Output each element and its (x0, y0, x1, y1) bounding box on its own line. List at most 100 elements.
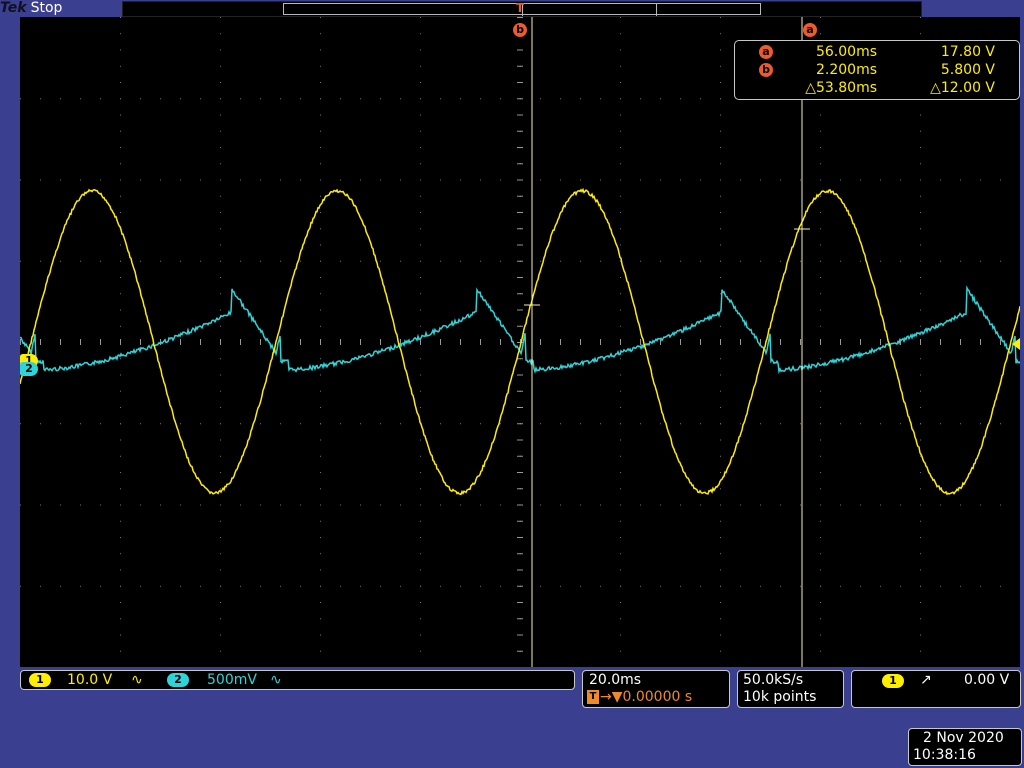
ch1-badge[interactable]: 1 (29, 673, 51, 687)
grid-dot (60, 504, 61, 506)
grid-dot (420, 130, 421, 132)
grid-dot (120, 569, 121, 571)
grid-dot (820, 244, 821, 246)
grid-dot (260, 260, 261, 262)
grid-dot (920, 618, 921, 620)
cursor-b-handle[interactable]: b (513, 23, 527, 37)
grid-dot (320, 325, 321, 327)
grid-dot (580, 179, 581, 181)
grid-dot (960, 179, 961, 181)
grid-dot (920, 650, 921, 652)
grid-dot (920, 374, 921, 376)
grid-dot (220, 488, 221, 490)
grid-dot (280, 423, 281, 425)
grid-dot (440, 179, 441, 181)
grid-dot (380, 98, 381, 100)
grid-dot (620, 407, 621, 408)
grid-dot (780, 504, 781, 506)
grid-dot (320, 33, 321, 35)
grid-dot (820, 33, 821, 35)
grid-dot (720, 98, 721, 100)
grid-dot (140, 504, 141, 506)
grid-dot (480, 585, 481, 587)
grid-dot (560, 179, 561, 181)
grid-center-lines (20, 17, 1001, 652)
grid-dot (40, 585, 41, 587)
trigger-source-badge[interactable]: 1 (882, 674, 904, 688)
grid-dot (420, 65, 421, 67)
grid-dot (320, 49, 321, 51)
graticule-area[interactable]: 1 2 (20, 17, 1020, 667)
sample-rate: 50.0kS/s (743, 672, 804, 688)
grid-dot (120, 309, 121, 311)
grid-dot (720, 82, 721, 83)
grid-dot (100, 260, 101, 262)
grid-dot (720, 472, 721, 473)
grid-dot (560, 98, 561, 100)
grid-dot (640, 98, 641, 100)
grid-dot (420, 537, 421, 538)
grid-dot (420, 358, 421, 360)
grid-dot (560, 585, 561, 587)
grid-dot (860, 504, 861, 506)
grid-dot (620, 309, 621, 311)
grid-dot (320, 212, 321, 213)
trigger-panel[interactable]: 1 ↗ 0.00 V (851, 670, 1021, 708)
grid-dot (220, 147, 221, 148)
grid-dot (220, 569, 221, 571)
trigger-level[interactable]: 0.00 V (964, 672, 1009, 689)
grid-dot (720, 488, 721, 490)
grid-dot (320, 65, 321, 67)
ch1-scale[interactable]: 10.0 V (67, 671, 112, 689)
grid-dot (120, 520, 121, 522)
grid-dot (220, 65, 221, 67)
cursor-a-handle[interactable]: a (803, 23, 817, 37)
ch2-scale[interactable]: 500mV (207, 671, 257, 689)
grid-dot (580, 260, 581, 262)
grid-dot (720, 569, 721, 571)
grid-dot (320, 358, 321, 360)
cursor-b-readout-row: b 2.200ms 5.800 V (735, 61, 1019, 79)
ch2-ground-marker[interactable]: 2 (20, 362, 38, 376)
grid-dot (320, 260, 321, 262)
grid-dot (880, 179, 881, 181)
grid-dot (120, 293, 121, 295)
grid-dot (820, 228, 821, 230)
grid-dot (740, 260, 741, 262)
grid-dot (820, 504, 821, 506)
grid-dot (480, 179, 481, 181)
grid-dot (380, 179, 381, 181)
grid-dot (620, 439, 621, 441)
grid-dot (280, 260, 281, 262)
grid-dot (820, 212, 821, 213)
grid-dot (300, 179, 301, 181)
grid-dot (820, 650, 821, 652)
grid-dot (420, 569, 421, 571)
grid-dot (900, 260, 901, 262)
grid-dot (140, 423, 141, 425)
grid-dot (720, 195, 721, 197)
grid-dot (820, 602, 821, 603)
grid-minor-tick (360, 339, 361, 345)
acquisition-panel[interactable]: 50.0kS/s 10k points (737, 670, 844, 708)
trigger-position-value[interactable]: →▼0.00000 s (600, 689, 692, 706)
grid-dot (180, 504, 181, 506)
grid-dot (60, 423, 61, 425)
grid-dot (60, 260, 61, 262)
grid-dot (140, 260, 141, 262)
grid-dot (80, 504, 81, 506)
grid-minor-tick (140, 339, 141, 345)
channel-settings-panel[interactable]: 1 10.0 V ∿ 2 500mV ∿ (20, 670, 575, 690)
time-per-div[interactable]: 20.0ms (589, 672, 641, 689)
ch2-badge[interactable]: 2 (167, 673, 189, 687)
horizontal-settings-panel[interactable]: 20.0ms T →▼0.00000 s (582, 670, 730, 708)
trigger-level-marker[interactable] (1012, 338, 1020, 350)
grid-dot (120, 65, 121, 67)
grid-dot (120, 602, 121, 603)
grid-dot (240, 179, 241, 181)
record-length[interactable]: 10k points (743, 689, 816, 706)
cursor-a-time: 56.00ms (815, 44, 877, 60)
trigger-position-marker[interactable]: T (514, 1, 526, 15)
grid-dot (820, 277, 821, 278)
grid-dot (800, 179, 801, 181)
